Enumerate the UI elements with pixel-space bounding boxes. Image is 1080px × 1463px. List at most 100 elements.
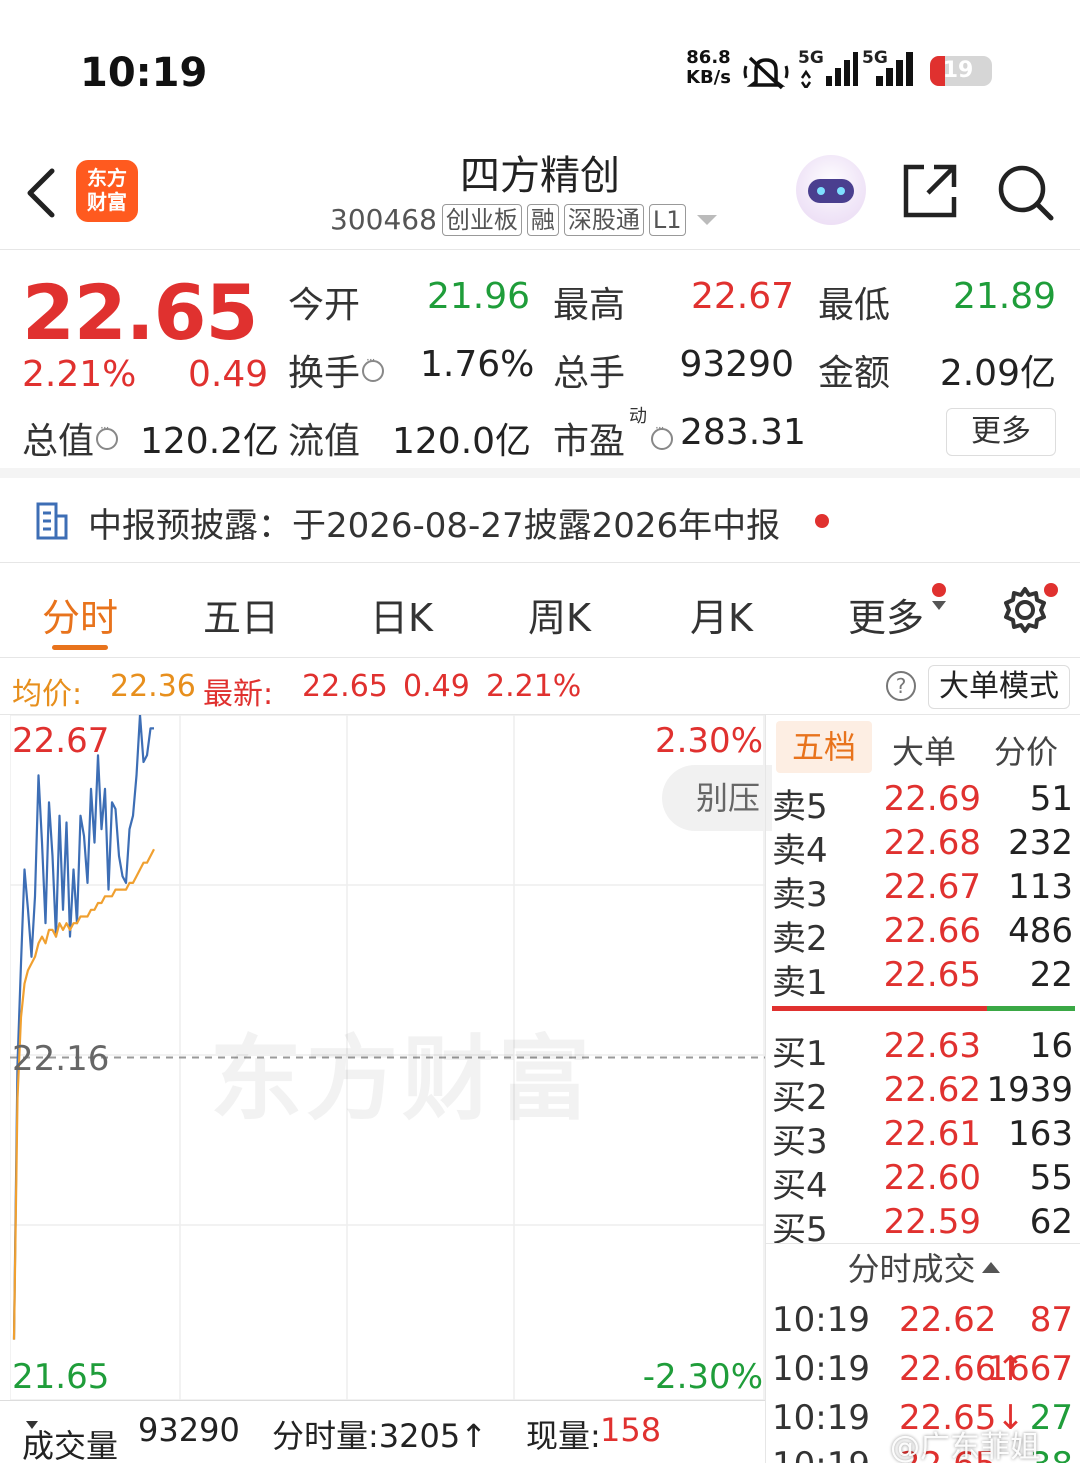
info-icon[interactable] bbox=[96, 421, 119, 450]
chevron-down-icon[interactable] bbox=[696, 214, 717, 225]
gear-icon[interactable] bbox=[1000, 585, 1050, 635]
bid-row[interactable]: 买1 22.63 16 bbox=[766, 1026, 1080, 1074]
report-notice[interactable]: 中报预披露：于2026-08-27披露2026年中报 bbox=[0, 478, 1080, 563]
turnover-label[interactable]: 换手 bbox=[288, 344, 385, 396]
pct-axis-bottom-label: -2.30% bbox=[642, 1357, 763, 1397]
notice-text: 中报预披露：于2026-08-27披露2026年中报 bbox=[88, 506, 781, 546]
ask-qty: 22 bbox=[1029, 955, 1073, 995]
high-value: 22.67 bbox=[690, 276, 794, 317]
network-speed: 86.8 KB/s bbox=[686, 48, 731, 88]
search-icon[interactable] bbox=[996, 163, 1056, 223]
share-icon[interactable] bbox=[900, 161, 960, 221]
avg-value: 22.36 bbox=[110, 669, 196, 704]
amount-label: 金额 bbox=[818, 353, 891, 394]
tab-big-orders[interactable]: 大单 bbox=[892, 727, 956, 773]
bid-price: 22.62 bbox=[883, 1070, 981, 1110]
ask-row[interactable]: 卖5 22.69 51 bbox=[766, 779, 1080, 827]
stock-subtitle[interactable]: 300468 创业板 融 深股通 L1 bbox=[330, 203, 717, 236]
tab-weekly-k[interactable]: 周K bbox=[528, 587, 591, 642]
status-time: 10:19 bbox=[80, 50, 208, 96]
tab-price-distribution[interactable]: 分价 bbox=[994, 727, 1058, 773]
bid-row[interactable]: 买5 22.59 62 bbox=[766, 1202, 1080, 1250]
tag-level1: L1 bbox=[648, 203, 686, 236]
bid-price: 22.61 bbox=[883, 1114, 981, 1154]
press-chip[interactable]: 别压 bbox=[662, 765, 772, 831]
signal-icon-2: 5G bbox=[862, 48, 922, 92]
tab-five-levels[interactable]: 五档 bbox=[776, 721, 872, 773]
big-order-mode-button[interactable]: 大单模式 bbox=[928, 665, 1070, 709]
tab-more-dot bbox=[932, 583, 946, 597]
bid-price: 22.63 bbox=[883, 1026, 981, 1066]
ai-assistant-icon[interactable] bbox=[796, 155, 866, 225]
open-label: 今开 bbox=[288, 285, 361, 326]
speed-unit: KB/s bbox=[686, 67, 731, 88]
trades-header[interactable]: 分时成交 bbox=[766, 1243, 1080, 1293]
legend-change-pct: 2.21% bbox=[486, 669, 582, 704]
low-label: 最低 bbox=[818, 285, 891, 326]
trades-title: 分时成交 bbox=[847, 1250, 976, 1288]
y-axis-bottom-label: 21.65 bbox=[12, 1357, 110, 1397]
more-quote-button[interactable]: 更多 bbox=[946, 408, 1056, 456]
intraday-chart[interactable]: 东方财富 22.67 22.16 21.65 2.30% -2.30% 别压 bbox=[10, 715, 772, 1400]
price-line bbox=[12, 715, 154, 1340]
bid-row[interactable]: 买4 22.60 55 bbox=[766, 1158, 1080, 1206]
tab-monthly-k[interactable]: 月K bbox=[690, 587, 753, 642]
total-cap-label[interactable]: 总值 bbox=[22, 412, 119, 464]
stock-header: 东方 财富 四方精创 300468 创业板 融 深股通 L1 bbox=[0, 135, 1080, 250]
order-book: 五档 大单 分价 卖5 22.69 51 卖4 22.68 232 卖3 22.67 113… bbox=[765, 715, 1080, 1463]
chevron-up-icon bbox=[981, 1261, 1000, 1273]
signal-icon-1: 5G bbox=[798, 48, 858, 92]
turnover-label-text: 换手 bbox=[288, 353, 361, 394]
current-volume-value: 158 bbox=[600, 1411, 662, 1449]
bid-row[interactable]: 买3 22.61 163 bbox=[766, 1114, 1080, 1162]
pe-dynamic-mark: 动 bbox=[629, 406, 647, 427]
tag-margin: 融 bbox=[526, 203, 559, 236]
tab-daily-k[interactable]: 日K bbox=[370, 587, 433, 642]
ask-row[interactable]: 卖2 22.66 486 bbox=[766, 911, 1080, 959]
trade-row: 10:19 22.62 87 bbox=[766, 1300, 1080, 1348]
tab-five-day[interactable]: 五日 bbox=[203, 587, 279, 642]
bid-row[interactable]: 买2 22.62 1939 bbox=[766, 1070, 1080, 1118]
bid-name: 买1 bbox=[772, 1034, 828, 1074]
quote-panel: 22.65 2.21% 0.49 今开 21.96 最高 22.67 最低 21… bbox=[0, 250, 1080, 478]
mute-icon bbox=[743, 56, 789, 90]
help-icon[interactable]: ? bbox=[886, 671, 916, 701]
legend-change: 0.49 bbox=[403, 669, 470, 704]
battery-icon: 19 bbox=[930, 56, 992, 86]
active-tab-underline bbox=[52, 645, 108, 650]
weibo-watermark: @广东菲姐 bbox=[890, 1430, 1040, 1463]
average-line bbox=[12, 848, 155, 1340]
ask-row[interactable]: 卖3 22.67 113 bbox=[766, 867, 1080, 915]
stock-code: 300468 bbox=[330, 203, 437, 236]
ask-price: 22.66 bbox=[883, 911, 981, 951]
volume-value: 93290 bbox=[679, 344, 794, 385]
info-icon[interactable] bbox=[362, 353, 385, 382]
bid-ask-ratio-bar bbox=[772, 1006, 1075, 1011]
battery-level: 19 bbox=[942, 58, 974, 83]
chart-legend: 均价: 22.36 最新: 22.65 0.49 2.21% ? 大单模式 bbox=[0, 658, 1080, 715]
ask-name: 卖4 bbox=[772, 831, 828, 871]
pct-axis-top-label: 2.30% bbox=[654, 721, 763, 761]
pe-label[interactable]: 市盈 bbox=[553, 412, 674, 464]
tab-more[interactable]: 更多 bbox=[848, 587, 924, 642]
period-volume: 分时量:3205↑ bbox=[272, 1417, 488, 1455]
chart-tabs: 分时 五日 日K 周K 月K 更多 bbox=[0, 563, 1080, 658]
bid-name: 买4 bbox=[772, 1166, 828, 1206]
ask-price: 22.65 bbox=[883, 955, 981, 995]
ask-row[interactable]: 卖1 22.65 22 bbox=[766, 955, 1080, 1003]
ask-name: 卖5 bbox=[772, 787, 828, 827]
ask-qty: 232 bbox=[1008, 823, 1073, 863]
current-volume-label: 现量: bbox=[526, 1417, 601, 1455]
tab-intraday[interactable]: 分时 bbox=[42, 587, 118, 642]
ask-row[interactable]: 卖4 22.68 232 bbox=[766, 823, 1080, 871]
float-cap-value: 120.0亿 bbox=[392, 421, 532, 462]
chevron-down-icon[interactable] bbox=[932, 601, 946, 611]
total-cap-label-text: 总值 bbox=[22, 421, 95, 462]
low-value: 21.89 bbox=[952, 276, 1056, 317]
ask-qty: 113 bbox=[1008, 867, 1073, 907]
info-icon[interactable] bbox=[651, 421, 674, 450]
order-book-tabs: 五档 大单 分价 bbox=[766, 715, 1080, 777]
change-percent: 2.21% bbox=[22, 354, 137, 395]
ask-name: 卖1 bbox=[772, 963, 828, 1003]
float-cap-label: 流值 bbox=[288, 421, 361, 462]
